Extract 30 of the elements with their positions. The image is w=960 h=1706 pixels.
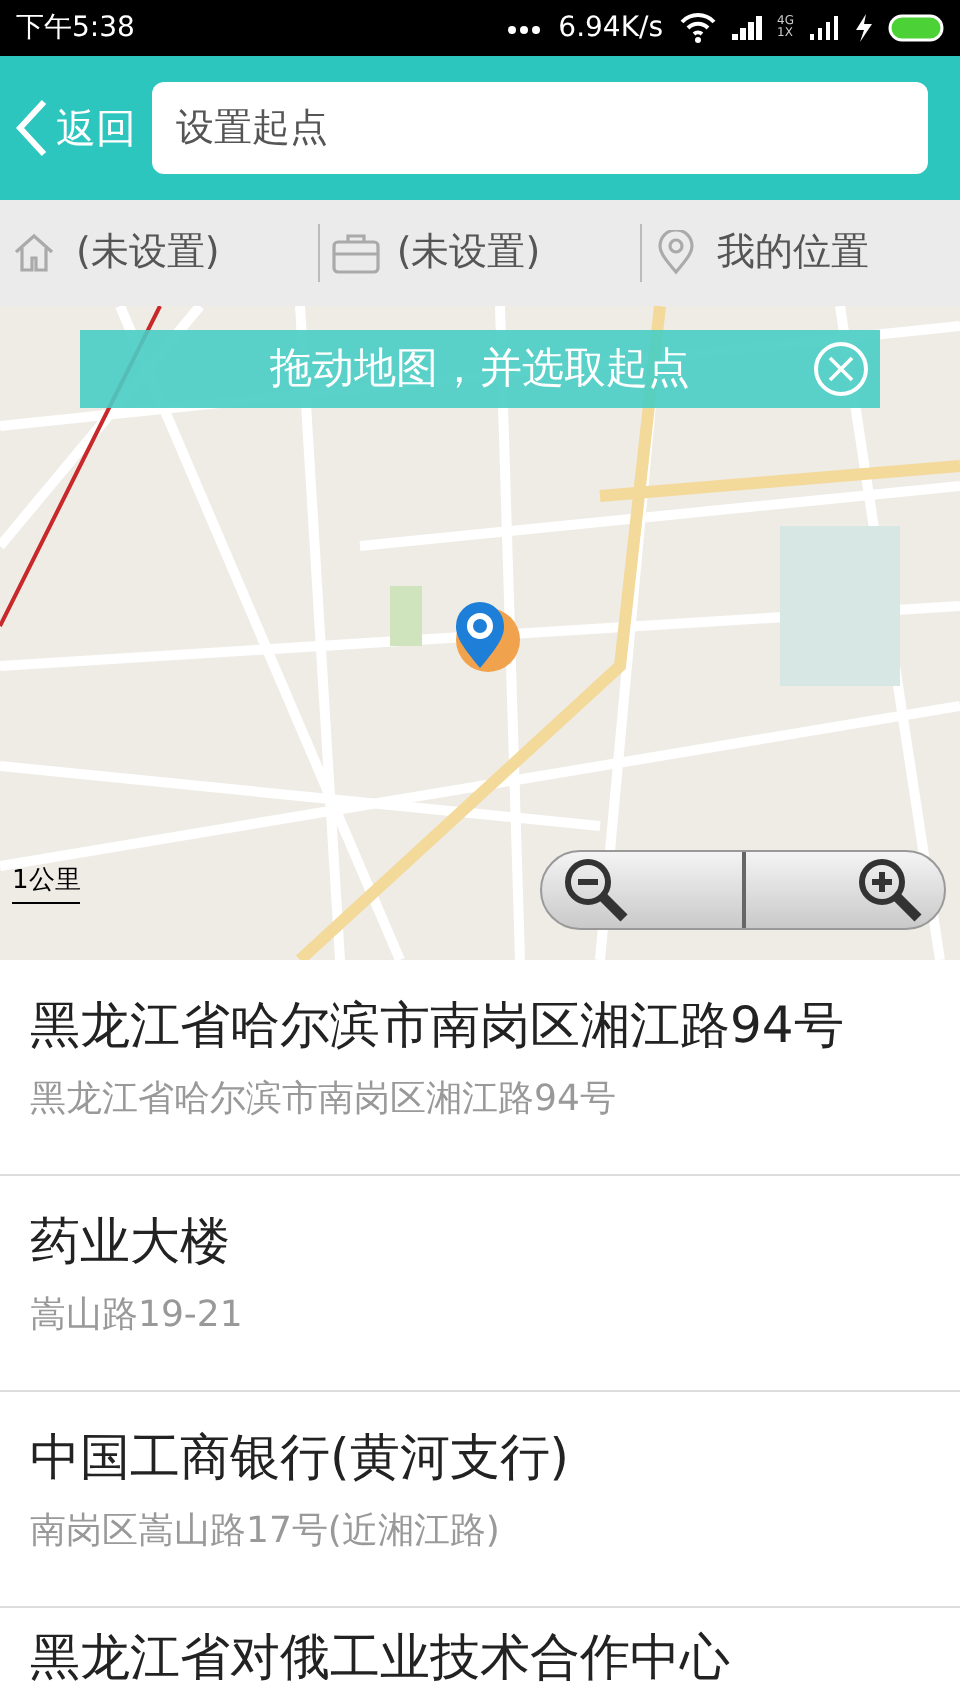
charging-icon	[854, 14, 872, 42]
zoom-in-icon	[856, 856, 924, 924]
result-item[interactable]: 中国工商银行(黄河支行) 南岗区嵩山路17号(近湘江路)	[0, 1392, 960, 1608]
shortcut-button[interactable]: (未设置)	[0, 224, 319, 282]
place-name: 黑龙江省哈尔滨市南岗区湘江路94号	[30, 994, 846, 1058]
battery-icon	[888, 14, 944, 42]
place-name: 药业大楼	[30, 1210, 232, 1274]
shortcut-button[interactable]: (未设置)	[318, 224, 640, 282]
signal-icon	[810, 16, 838, 40]
map-scale: 1公里	[12, 862, 81, 903]
hint-text: 拖动地图，并选取起点	[270, 341, 690, 396]
close-icon	[828, 356, 854, 382]
zoom-out-icon	[562, 856, 630, 924]
place-name: 黑龙江省对俄工业技术合作中心	[30, 1628, 732, 1688]
briefcase-icon	[332, 229, 381, 277]
result-item[interactable]: 药业大楼 嵩山路19-21	[0, 1176, 960, 1392]
place-name: 中国工商银行(黄河支行)	[30, 1426, 572, 1490]
wifi-icon	[679, 12, 716, 44]
result-item[interactable]: 黑龙江省对俄工业技术合作中心	[0, 1608, 960, 1688]
place-address: 黑龙江省哈尔滨市南岗区湘江路94号	[30, 1075, 618, 1123]
more-dots-icon	[506, 20, 543, 36]
result-item[interactable]: 黑龙江省哈尔滨市南岗区湘江路94号 黑龙江省哈尔滨市南岗区湘江路94号	[0, 960, 960, 1176]
network-speed: 6.94K/s	[558, 9, 664, 47]
back-chevron-icon	[16, 98, 48, 158]
signal-icon	[731, 16, 762, 40]
place-address: 南岗区嵩山路17号(近湘江路)	[30, 1507, 502, 1555]
clock-time: 下午5:38	[16, 9, 135, 47]
place-address: 嵩山路19-21	[30, 1291, 245, 1339]
shortcut-button[interactable]: 我的位置	[639, 224, 960, 282]
search-field[interactable]: 设置起点	[152, 82, 928, 174]
